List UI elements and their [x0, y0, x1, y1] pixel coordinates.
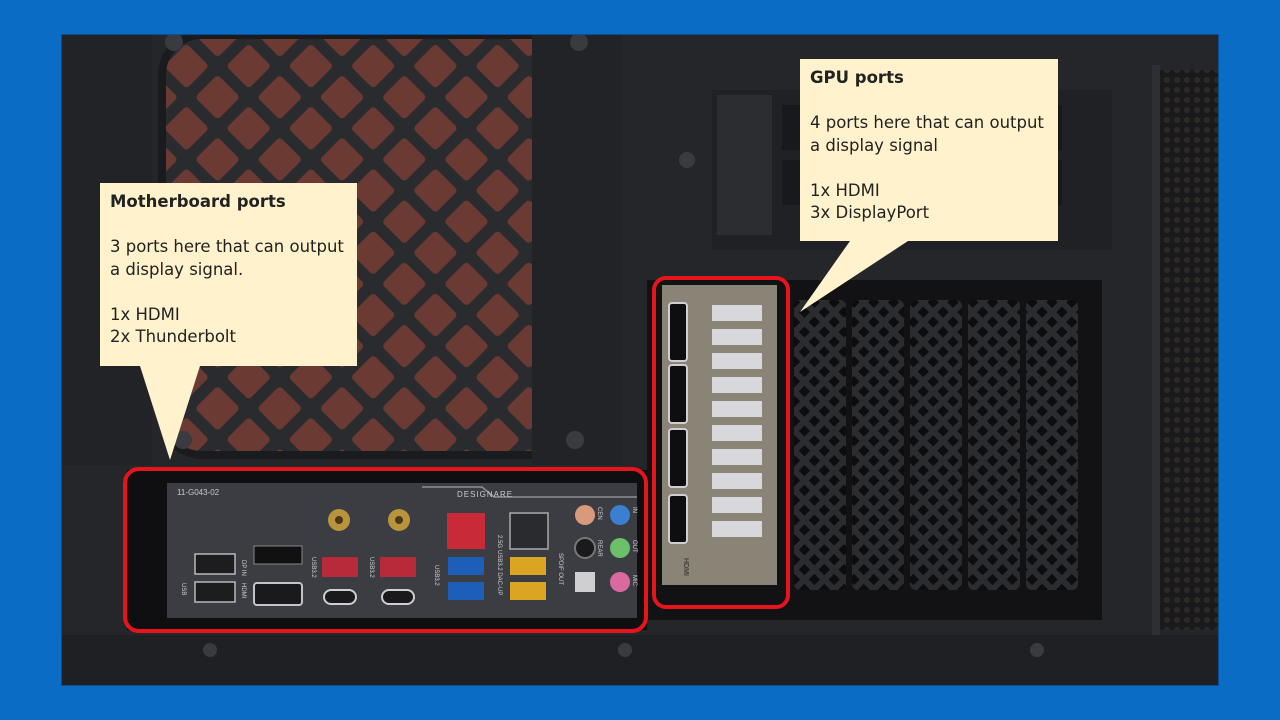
motherboard-callout: Motherboard ports 3 ports here that can … — [100, 183, 357, 366]
gpu-callout-item: 1x HDMI — [810, 180, 880, 200]
motherboard-callout-item: 2x Thunderbolt — [110, 327, 236, 346]
motherboard-callout-summary: 3 ports here that can output a display s… — [110, 237, 344, 279]
motherboard-callout-tail — [140, 366, 200, 460]
motherboard-callout-item: 1x HDMI — [110, 304, 180, 324]
gpu-callout-item: 3x DisplayPort — [810, 203, 930, 222]
motherboard-callout-title: Motherboard ports — [110, 192, 286, 211]
gpu-callout-tail — [800, 241, 908, 312]
gpu-callout-summary: 4 ports here that can output a display s… — [810, 113, 1044, 155]
gpu-callout: GPU ports 4 ports here that can output a… — [800, 59, 1058, 241]
gpu-callout-title: GPU ports — [810, 68, 904, 87]
